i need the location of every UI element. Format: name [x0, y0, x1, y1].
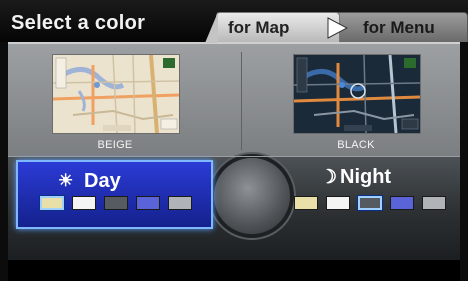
night-swatch-3[interactable] [358, 196, 382, 210]
color-select-screen: Select a color for Menu for Map BEIGE BL… [0, 0, 468, 281]
moon-icon: ☽ [320, 167, 338, 188]
night-swatch-5[interactable] [422, 196, 446, 210]
day-swatch-2[interactable] [72, 196, 96, 210]
black-map-preview[interactable] [293, 54, 421, 134]
night-label: Night [340, 166, 392, 188]
day-mode-panel[interactable]: ☀ Day [16, 160, 213, 229]
bottom-strip [8, 260, 460, 281]
day-label: Day [84, 170, 121, 192]
black-label: BLACK [337, 139, 375, 151]
night-swatch-4[interactable] [390, 196, 414, 210]
divider [241, 52, 242, 150]
selector-knob[interactable] [214, 158, 290, 234]
tab-for-map[interactable]: for Map [205, 12, 340, 43]
night-swatch-1[interactable] [294, 196, 318, 210]
sun-icon: ☀ [58, 171, 74, 190]
night-swatch-2[interactable] [326, 196, 350, 210]
day-title: ☀ Day [58, 170, 121, 193]
play-arrow-icon [327, 17, 348, 39]
tab-label: for Menu [363, 17, 435, 37]
day-swatch-5[interactable] [168, 196, 192, 210]
day-swatch-4[interactable] [136, 196, 160, 210]
day-night-band: ☀ Day ☽ Night [8, 156, 460, 260]
beige-label: BEIGE [97, 139, 133, 151]
day-swatch-1[interactable] [40, 196, 64, 210]
tab-label: for Map [228, 17, 290, 37]
day-swatch-3[interactable] [104, 196, 128, 210]
header-bar: Select a color for Menu for Map [0, 0, 468, 43]
page-title: Select a color [11, 12, 146, 34]
map-preview-panel: BEIGE BLACK [8, 42, 460, 158]
night-title: ☽ Night [320, 166, 392, 189]
beige-map-image [53, 55, 179, 133]
beige-map-preview[interactable] [52, 54, 180, 134]
black-map-image [294, 55, 420, 133]
